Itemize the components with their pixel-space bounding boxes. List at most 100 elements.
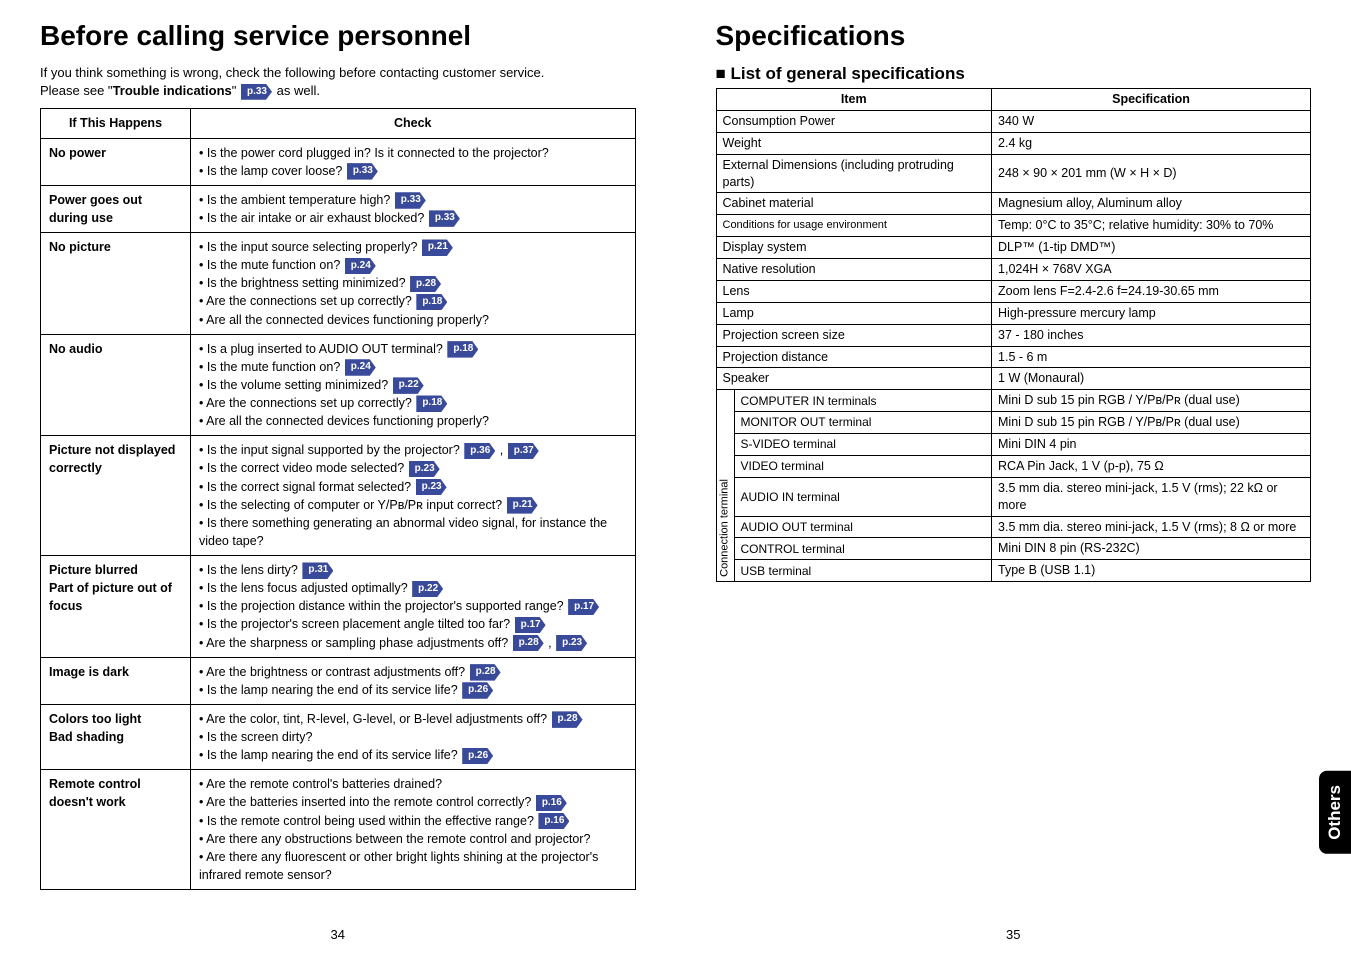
spec-item: USB terminal [734, 560, 992, 582]
page-right: Specifications List of general specifica… [676, 0, 1351, 954]
page-ref-icon: p.18 [447, 341, 478, 358]
spec-value: Type B (USB 1.1) [992, 560, 1311, 582]
check-item: Is the volume setting minimized? p.22 [199, 376, 627, 394]
spec-value: Mini D sub 15 pin RGB / Y/Pʙ/Pʀ (dual us… [992, 390, 1311, 412]
page-ref-icon: p.33 [395, 192, 426, 209]
check-item: Is the input source selecting properly? … [199, 238, 627, 256]
spec-value: Magnesium alloy, Aluminum alloy [992, 193, 1311, 215]
check-item: Are the sharpness or sampling phase adju… [199, 634, 627, 652]
check-item: Is the power cord plugged in? Is it conn… [199, 144, 627, 162]
check-item: Are the connections set up correctly? p.… [199, 292, 627, 310]
check-item: Are the brightness or contrast adjustmen… [199, 663, 627, 681]
check-item: Is the mute function on? p.24 [199, 358, 627, 376]
check-cell: Are the color, tint, R-level, G-level, o… [191, 704, 636, 769]
check-cell: Is the input source selecting properly? … [191, 233, 636, 335]
check-cell: Are the brightness or contrast adjustmen… [191, 657, 636, 704]
page-ref-icon: p.31 [302, 562, 333, 579]
page-ref-icon: p.33 [347, 163, 378, 180]
page-ref-icon: p.23 [409, 461, 440, 478]
page-ref-icon: p.17 [568, 599, 599, 616]
check-cell: Are the remote control's batteries drain… [191, 770, 636, 890]
page-ref-icon: p.24 [345, 258, 376, 275]
spec-value: 1 W (Monaural) [992, 368, 1311, 390]
page-ref-icon: p.23 [416, 479, 447, 496]
page-ref-icon: p.28 [410, 276, 441, 293]
spec-item: Weight [716, 132, 992, 154]
check-item: Is the input signal supported by the pro… [199, 441, 627, 459]
issue-cell: No picture [41, 233, 191, 335]
page-ref-icon: p.36 [464, 443, 495, 460]
check-cell: Is the lens dirty? p.31Is the lens focus… [191, 556, 636, 658]
spec-item: Projection distance [716, 346, 992, 368]
issue-cell: Picture blurredPart of picture out of fo… [41, 556, 191, 658]
spec-item: External Dimensions (including protrudin… [716, 154, 992, 193]
page-number: 35 [1006, 927, 1020, 942]
subheading: List of general specifications [716, 64, 1312, 84]
issue-cell: Picture not displayed correctly [41, 436, 191, 556]
page-ref-icon: p.16 [536, 795, 567, 812]
check-item: Is the projection distance within the pr… [199, 597, 627, 615]
troubleshoot-table: If This Happens Check No powerIs the pow… [40, 108, 636, 890]
page-ref-icon: p.33 [429, 210, 460, 227]
th-issue: If This Happens [41, 109, 191, 138]
spec-item: VIDEO terminal [734, 455, 992, 477]
check-item: Is the lamp nearing the end of its servi… [199, 746, 627, 764]
check-cell: Is the ambient temperature high? p.33Is … [191, 185, 636, 232]
check-item: Are the connections set up correctly? p.… [199, 394, 627, 412]
spec-value: 1.5 - 6 m [992, 346, 1311, 368]
spec-item: Consumption Power [716, 110, 992, 132]
page-ref-icon: p.37 [508, 443, 539, 460]
issue-cell: Remote control doesn't work [41, 770, 191, 890]
check-item: Are all the connected devices functionin… [199, 311, 627, 329]
spec-value: 2.4 kg [992, 132, 1311, 154]
check-item: Are the remote control's batteries drain… [199, 775, 627, 793]
spec-value: Mini DIN 4 pin [992, 434, 1311, 456]
spec-item: Conditions for usage environment [716, 215, 992, 237]
spec-item: MONITOR OUT terminal [734, 412, 992, 434]
spec-value: Zoom lens F=2.4-2.6 f=24.19-30.65 mm [992, 280, 1311, 302]
check-item: Is the lamp cover loose? p.33 [199, 162, 627, 180]
page-ref-icon: p.22 [393, 377, 424, 394]
check-item: Is the lens dirty? p.31 [199, 561, 627, 579]
check-cell: Is a plug inserted to AUDIO OUT terminal… [191, 334, 636, 436]
spec-item: Native resolution [716, 259, 992, 281]
page-number: 34 [331, 927, 345, 942]
spec-item: CONTROL terminal [734, 538, 992, 560]
issue-cell: No audio [41, 334, 191, 436]
check-item: Are the batteries inserted into the remo… [199, 793, 627, 811]
spec-item: Lamp [716, 302, 992, 324]
page-ref-icon: p.23 [556, 635, 587, 652]
check-item: Is the air intake or air exhaust blocked… [199, 209, 627, 227]
check-item: Is the brightness setting minimized? p.2… [199, 274, 627, 292]
check-item: Is the lens focus adjusted optimally? p.… [199, 579, 627, 597]
page-ref-icon: p.28 [513, 635, 544, 652]
check-item: Are there any fluorescent or other brigh… [199, 848, 627, 884]
spec-value: 340 W [992, 110, 1311, 132]
spec-value: 248 × 90 × 201 mm (W × H × D) [992, 154, 1311, 193]
side-tab: Others [1319, 771, 1351, 854]
page-ref-icon: p.22 [412, 581, 443, 598]
spec-item: S-VIDEO terminal [734, 434, 992, 456]
check-item: Is the mute function on? p.24 [199, 256, 627, 274]
page-ref-icon: p.18 [416, 395, 447, 412]
spec-item: AUDIO OUT terminal [734, 516, 992, 538]
spec-table: Item Specification Consumption Power340 … [716, 88, 1312, 582]
page-ref-icon: p.26 [462, 682, 493, 699]
page-ref-icon: p.26 [462, 748, 493, 765]
spec-item: Lens [716, 280, 992, 302]
spec-item: COMPUTER IN terminals [734, 390, 992, 412]
page-left: Before calling service personnel If you … [0, 0, 676, 954]
check-item: Are there any obstructions between the r… [199, 830, 627, 848]
page-ref-icon: p.21 [422, 239, 453, 256]
spec-item: AUDIO IN terminal [734, 477, 992, 516]
page-ref-icon: p.33 [241, 84, 272, 100]
spec-item: Projection screen size [716, 324, 992, 346]
page-ref-icon: p.28 [470, 664, 501, 681]
check-cell: Is the power cord plugged in? Is it conn… [191, 138, 636, 185]
check-item: Is the remote control being used within … [199, 812, 627, 830]
th-check: Check [191, 109, 636, 138]
th-spec: Specification [992, 89, 1311, 111]
spec-value: Mini DIN 8 pin (RS-232C) [992, 538, 1311, 560]
check-item: Is the ambient temperature high? p.33 [199, 191, 627, 209]
spec-item: Display system [716, 237, 992, 259]
